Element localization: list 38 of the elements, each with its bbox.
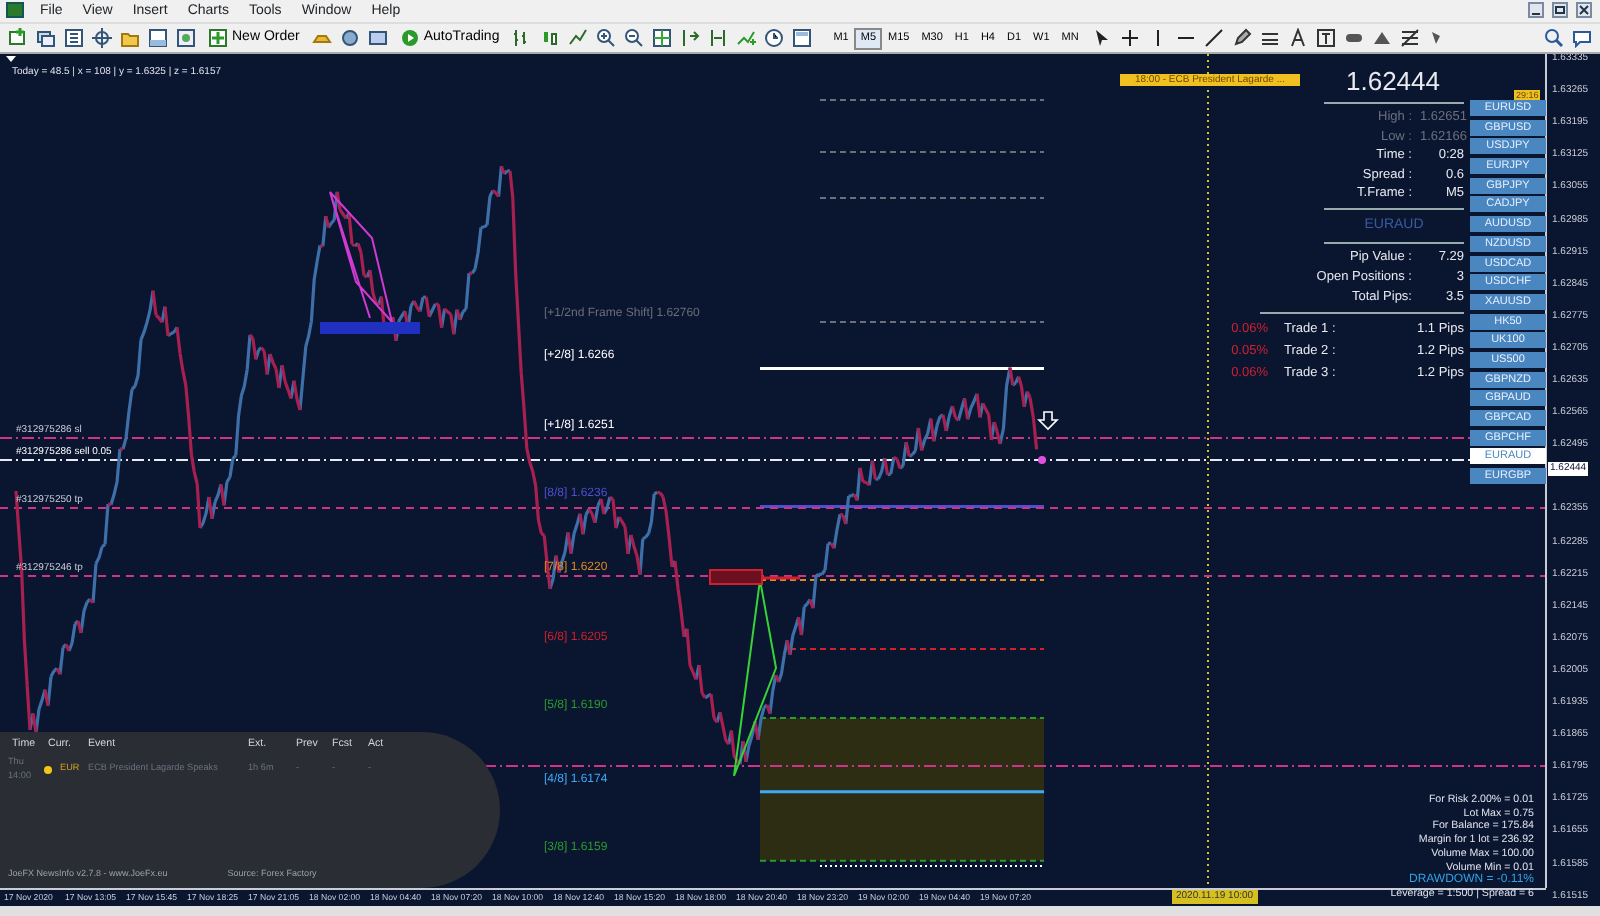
close-icon[interactable] (1576, 0, 1592, 22)
zoom-in-icon[interactable] (595, 28, 616, 48)
zoom-out-icon[interactable] (623, 28, 644, 48)
line-chart-icon[interactable] (567, 28, 588, 48)
crosshair-icon[interactable] (92, 28, 112, 48)
tester-icon[interactable] (176, 28, 196, 48)
templates-icon[interactable] (791, 28, 812, 48)
scroll-chart-icon[interactable] (679, 28, 700, 48)
terminal-icon[interactable] (148, 28, 168, 48)
bar-chart-icon[interactable] (511, 28, 532, 48)
play-icon (399, 28, 420, 48)
fibonacci-icon[interactable] (1400, 28, 1421, 48)
text-label-icon[interactable] (1316, 28, 1337, 48)
indicators-icon[interactable] (735, 28, 756, 48)
channel-icon[interactable] (1260, 28, 1281, 48)
minimize-icon[interactable] (1528, 0, 1544, 22)
price-readout: 1.62444 (1346, 66, 1440, 98)
triangle-icon[interactable] (1372, 28, 1393, 48)
market-watch-icon[interactable] (64, 28, 84, 48)
candles-icon[interactable] (539, 28, 560, 48)
pencil-icon[interactable] (1232, 28, 1253, 48)
clock-icon[interactable] (763, 28, 784, 48)
restore-icon[interactable] (1552, 0, 1568, 22)
chart-shift-icon[interactable] (707, 28, 728, 48)
signals-icon[interactable] (339, 28, 360, 48)
folder-icon[interactable] (120, 28, 140, 48)
plus-icon (208, 28, 228, 48)
tile-windows-icon[interactable] (651, 28, 672, 48)
text-icon[interactable] (1288, 28, 1309, 48)
chat-icon[interactable] (1572, 28, 1592, 48)
add-chart-icon[interactable] (8, 28, 28, 48)
cursor-icon[interactable] (1092, 28, 1113, 48)
profiles-icon[interactable] (36, 28, 56, 48)
app-icon[interactable] (0, 0, 30, 22)
trendline-icon[interactable] (1204, 28, 1225, 48)
search-icon[interactable] (1544, 28, 1564, 48)
crosshair-icon[interactable] (1120, 28, 1141, 48)
market-icon[interactable] (367, 28, 388, 48)
